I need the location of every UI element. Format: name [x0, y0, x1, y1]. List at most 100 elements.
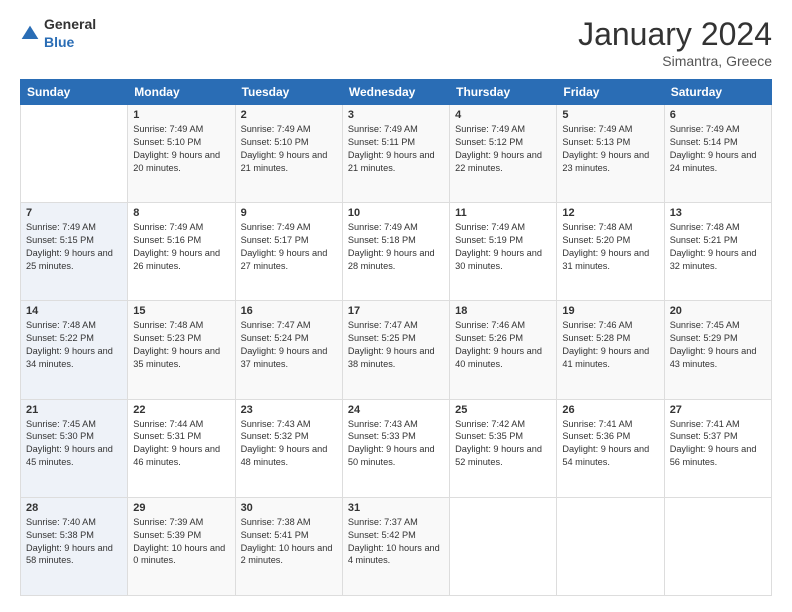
day-cell: 6 Sunrise: 7:49 AMSunset: 5:14 PMDayligh…	[664, 105, 771, 203]
day-cell: 24 Sunrise: 7:43 AMSunset: 5:33 PMDaylig…	[342, 399, 449, 497]
day-number: 28	[26, 502, 122, 514]
day-cell: 26 Sunrise: 7:41 AMSunset: 5:36 PMDaylig…	[557, 399, 664, 497]
day-cell: 10 Sunrise: 7:49 AMSunset: 5:18 PMDaylig…	[342, 203, 449, 301]
day-cell: 15 Sunrise: 7:48 AMSunset: 5:23 PMDaylig…	[128, 301, 235, 399]
cell-info: Sunrise: 7:47 AMSunset: 5:25 PMDaylight:…	[348, 319, 444, 371]
header-row: Sunday Monday Tuesday Wednesday Thursday…	[21, 80, 772, 105]
day-number: 15	[133, 305, 229, 317]
logo-icon	[20, 24, 40, 44]
week-row-3: 21 Sunrise: 7:45 AMSunset: 5:30 PMDaylig…	[21, 399, 772, 497]
day-number: 29	[133, 502, 229, 514]
cell-info: Sunrise: 7:41 AMSunset: 5:36 PMDaylight:…	[562, 418, 658, 470]
day-cell: 13 Sunrise: 7:48 AMSunset: 5:21 PMDaylig…	[664, 203, 771, 301]
day-number: 25	[455, 404, 551, 416]
day-number: 20	[670, 305, 766, 317]
day-number: 5	[562, 109, 658, 121]
day-number: 9	[241, 207, 337, 219]
day-number: 23	[241, 404, 337, 416]
col-tuesday: Tuesday	[235, 80, 342, 105]
week-row-1: 7 Sunrise: 7:49 AMSunset: 5:15 PMDayligh…	[21, 203, 772, 301]
logo-blue: Blue	[44, 34, 74, 50]
day-cell: 28 Sunrise: 7:40 AMSunset: 5:38 PMDaylig…	[21, 497, 128, 595]
day-number: 30	[241, 502, 337, 514]
day-cell: 31 Sunrise: 7:37 AMSunset: 5:42 PMDaylig…	[342, 497, 449, 595]
cell-info: Sunrise: 7:49 AMSunset: 5:16 PMDaylight:…	[133, 221, 229, 273]
day-number: 14	[26, 305, 122, 317]
cell-info: Sunrise: 7:49 AMSunset: 5:10 PMDaylight:…	[241, 123, 337, 175]
col-friday: Friday	[557, 80, 664, 105]
cell-info: Sunrise: 7:49 AMSunset: 5:19 PMDaylight:…	[455, 221, 551, 273]
day-number: 24	[348, 404, 444, 416]
day-number: 13	[670, 207, 766, 219]
day-number: 4	[455, 109, 551, 121]
day-number: 17	[348, 305, 444, 317]
col-saturday: Saturday	[664, 80, 771, 105]
day-cell: 8 Sunrise: 7:49 AMSunset: 5:16 PMDayligh…	[128, 203, 235, 301]
day-number: 31	[348, 502, 444, 514]
month-title: January 2024	[578, 16, 772, 53]
day-cell: 18 Sunrise: 7:46 AMSunset: 5:26 PMDaylig…	[450, 301, 557, 399]
day-cell: 20 Sunrise: 7:45 AMSunset: 5:29 PMDaylig…	[664, 301, 771, 399]
cell-info: Sunrise: 7:49 AMSunset: 5:12 PMDaylight:…	[455, 123, 551, 175]
cell-info: Sunrise: 7:41 AMSunset: 5:37 PMDaylight:…	[670, 418, 766, 470]
calendar-table: Sunday Monday Tuesday Wednesday Thursday…	[20, 79, 772, 596]
day-number: 7	[26, 207, 122, 219]
cell-info: Sunrise: 7:48 AMSunset: 5:23 PMDaylight:…	[133, 319, 229, 371]
week-row-4: 28 Sunrise: 7:40 AMSunset: 5:38 PMDaylig…	[21, 497, 772, 595]
day-number: 26	[562, 404, 658, 416]
day-cell	[664, 497, 771, 595]
cell-info: Sunrise: 7:48 AMSunset: 5:22 PMDaylight:…	[26, 319, 122, 371]
cell-info: Sunrise: 7:49 AMSunset: 5:15 PMDaylight:…	[26, 221, 122, 273]
day-number: 16	[241, 305, 337, 317]
day-number: 21	[26, 404, 122, 416]
day-cell: 1 Sunrise: 7:49 AMSunset: 5:10 PMDayligh…	[128, 105, 235, 203]
day-cell: 27 Sunrise: 7:41 AMSunset: 5:37 PMDaylig…	[664, 399, 771, 497]
day-cell: 29 Sunrise: 7:39 AMSunset: 5:39 PMDaylig…	[128, 497, 235, 595]
cell-info: Sunrise: 7:49 AMSunset: 5:18 PMDaylight:…	[348, 221, 444, 273]
day-number: 18	[455, 305, 551, 317]
day-cell: 5 Sunrise: 7:49 AMSunset: 5:13 PMDayligh…	[557, 105, 664, 203]
cell-info: Sunrise: 7:49 AMSunset: 5:11 PMDaylight:…	[348, 123, 444, 175]
header: General Blue January 2024 Simantra, Gree…	[20, 16, 772, 69]
day-cell: 7 Sunrise: 7:49 AMSunset: 5:15 PMDayligh…	[21, 203, 128, 301]
day-cell	[21, 105, 128, 203]
cell-info: Sunrise: 7:38 AMSunset: 5:41 PMDaylight:…	[241, 516, 337, 568]
day-cell: 23 Sunrise: 7:43 AMSunset: 5:32 PMDaylig…	[235, 399, 342, 497]
day-cell: 17 Sunrise: 7:47 AMSunset: 5:25 PMDaylig…	[342, 301, 449, 399]
day-cell: 3 Sunrise: 7:49 AMSunset: 5:11 PMDayligh…	[342, 105, 449, 203]
day-number: 12	[562, 207, 658, 219]
cell-info: Sunrise: 7:45 AMSunset: 5:29 PMDaylight:…	[670, 319, 766, 371]
calendar-page: General Blue January 2024 Simantra, Gree…	[0, 0, 792, 612]
day-number: 6	[670, 109, 766, 121]
cell-info: Sunrise: 7:45 AMSunset: 5:30 PMDaylight:…	[26, 418, 122, 470]
cell-info: Sunrise: 7:39 AMSunset: 5:39 PMDaylight:…	[133, 516, 229, 568]
cell-info: Sunrise: 7:46 AMSunset: 5:26 PMDaylight:…	[455, 319, 551, 371]
day-cell: 16 Sunrise: 7:47 AMSunset: 5:24 PMDaylig…	[235, 301, 342, 399]
col-sunday: Sunday	[21, 80, 128, 105]
day-number: 22	[133, 404, 229, 416]
day-number: 1	[133, 109, 229, 121]
day-number: 19	[562, 305, 658, 317]
cell-info: Sunrise: 7:48 AMSunset: 5:21 PMDaylight:…	[670, 221, 766, 273]
day-cell: 4 Sunrise: 7:49 AMSunset: 5:12 PMDayligh…	[450, 105, 557, 203]
cell-info: Sunrise: 7:42 AMSunset: 5:35 PMDaylight:…	[455, 418, 551, 470]
day-number: 8	[133, 207, 229, 219]
day-number: 2	[241, 109, 337, 121]
col-thursday: Thursday	[450, 80, 557, 105]
day-number: 11	[455, 207, 551, 219]
cell-info: Sunrise: 7:37 AMSunset: 5:42 PMDaylight:…	[348, 516, 444, 568]
day-cell: 2 Sunrise: 7:49 AMSunset: 5:10 PMDayligh…	[235, 105, 342, 203]
cell-info: Sunrise: 7:47 AMSunset: 5:24 PMDaylight:…	[241, 319, 337, 371]
cell-info: Sunrise: 7:46 AMSunset: 5:28 PMDaylight:…	[562, 319, 658, 371]
day-cell: 12 Sunrise: 7:48 AMSunset: 5:20 PMDaylig…	[557, 203, 664, 301]
cell-info: Sunrise: 7:43 AMSunset: 5:33 PMDaylight:…	[348, 418, 444, 470]
title-block: January 2024 Simantra, Greece	[578, 16, 772, 69]
logo-text: General Blue	[44, 16, 96, 52]
cell-info: Sunrise: 7:49 AMSunset: 5:13 PMDaylight:…	[562, 123, 658, 175]
location-subtitle: Simantra, Greece	[578, 53, 772, 69]
cell-info: Sunrise: 7:40 AMSunset: 5:38 PMDaylight:…	[26, 516, 122, 568]
cell-info: Sunrise: 7:44 AMSunset: 5:31 PMDaylight:…	[133, 418, 229, 470]
cell-info: Sunrise: 7:49 AMSunset: 5:14 PMDaylight:…	[670, 123, 766, 175]
col-monday: Monday	[128, 80, 235, 105]
day-cell	[557, 497, 664, 595]
